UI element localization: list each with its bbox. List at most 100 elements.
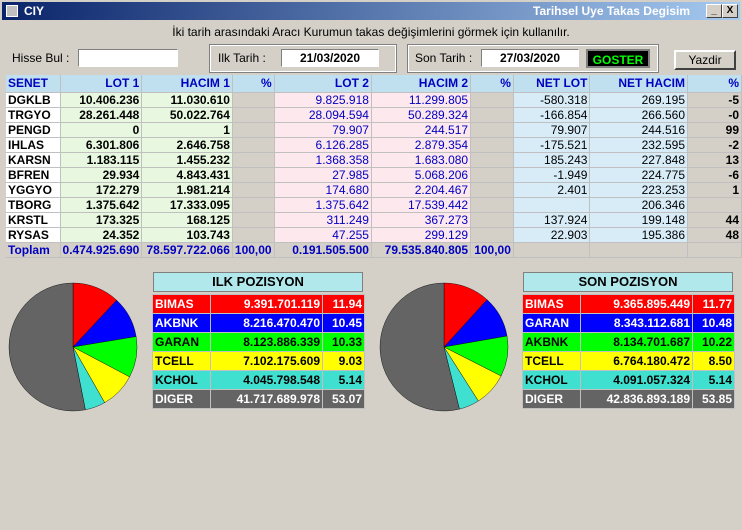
table-row[interactable]: TBORG 1.375.642 17.333.095 1.375.642 17.539.… bbox=[6, 197, 742, 213]
value-cell: 199.148 bbox=[589, 212, 688, 228]
value-cell: 11.030.610 bbox=[141, 92, 233, 108]
value-cell: -6 bbox=[687, 167, 742, 183]
col-hacim1[interactable]: HACIM 1 bbox=[141, 75, 233, 93]
table-row[interactable]: YGGYO 172.279 1.981.214 174.680 2.204.467 2.4… bbox=[6, 182, 742, 198]
value-cell bbox=[470, 182, 514, 198]
table-row[interactable]: KARSN 1.183.115 1.455.232 1.368.358 1.683.08… bbox=[6, 152, 742, 168]
col-net-hacim[interactable]: NET HACIM bbox=[589, 75, 688, 93]
ilk-tarih-label: Ilk Tarih : bbox=[218, 51, 266, 65]
col-hacim2[interactable]: HACIM 2 bbox=[371, 75, 472, 93]
goster-button[interactable]: GOSTER bbox=[586, 49, 650, 68]
table-row[interactable]: BFREN 29.934 4.843.431 27.985 5.068.206 -1.94… bbox=[6, 167, 742, 183]
close-button[interactable]: X bbox=[722, 4, 738, 18]
value-cell: 173.325 bbox=[60, 212, 143, 228]
position-pct: 53.85 bbox=[692, 389, 735, 409]
col-lot2[interactable]: LOT 2 bbox=[274, 75, 372, 93]
minimize-button[interactable]: _ bbox=[706, 4, 722, 18]
col-pct3[interactable]: % bbox=[687, 75, 742, 93]
value-cell: 1.981.214 bbox=[141, 182, 233, 198]
position-row: DIGER 41.717.689.978 53.07 bbox=[152, 389, 365, 409]
total-cell: 0.191.505.500 bbox=[274, 242, 372, 258]
total-cell bbox=[687, 242, 742, 258]
value-cell: 206.346 bbox=[589, 197, 688, 213]
table-row[interactable]: DGKLB 10.406.236 11.030.610 9.825.918 11.299… bbox=[6, 92, 742, 108]
value-cell: 232.595 bbox=[589, 137, 688, 153]
table-row[interactable]: IHLAS 6.301.806 2.646.758 6.126.285 2.879.35… bbox=[6, 137, 742, 153]
position-pct: 10.45 bbox=[322, 313, 365, 333]
value-cell: 22.903 bbox=[513, 227, 591, 243]
symbol-cell: IHLAS bbox=[6, 137, 61, 153]
total-cell: 0.474.925.690 bbox=[60, 242, 143, 258]
app-window: CIY Tarihsel Uye Takas Degisim _ X İki t… bbox=[0, 0, 742, 530]
son-pozisyon-table: BIMAS 9.365.895.449 11.77 GARAN 8.343.112.68… bbox=[522, 294, 735, 409]
position-pct: 10.33 bbox=[322, 332, 365, 352]
window-title: CIY bbox=[24, 4, 45, 18]
value-cell: 244.517 bbox=[371, 122, 472, 138]
value-cell: 174.680 bbox=[274, 182, 372, 198]
position-value: 4.091.057.324 bbox=[580, 370, 693, 390]
position-name: KCHOL bbox=[522, 370, 581, 390]
symbol-cell: YGGYO bbox=[6, 182, 61, 198]
position-pct: 53.07 bbox=[322, 389, 365, 409]
col-pct2[interactable]: % bbox=[470, 75, 514, 93]
total-cell bbox=[513, 242, 591, 258]
value-cell: 2.401 bbox=[513, 182, 591, 198]
value-cell: 103.743 bbox=[141, 227, 233, 243]
value-cell: 1.375.642 bbox=[60, 197, 143, 213]
total-cell: 78.597.722.066 bbox=[141, 242, 233, 258]
table-row[interactable]: TRGYO 28.261.448 50.022.764 28.094.594 50.28… bbox=[6, 107, 742, 123]
position-row: GARAN 8.343.112.681 10.48 bbox=[522, 313, 735, 333]
value-cell bbox=[470, 212, 514, 228]
position-name: BIMAS bbox=[152, 294, 211, 314]
value-cell: -5 bbox=[687, 92, 742, 108]
value-cell: 99 bbox=[687, 122, 742, 138]
col-lot1[interactable]: LOT 1 bbox=[60, 75, 143, 93]
value-cell: -175.521 bbox=[513, 137, 591, 153]
table-row[interactable]: RYSAS 24.352 103.743 47.255 299.129 22.903 195… bbox=[6, 227, 742, 243]
col-net-lot[interactable]: NET LOT bbox=[513, 75, 591, 93]
position-row: GARAN 8.123.886.339 10.33 bbox=[152, 332, 365, 352]
position-value: 8.343.112.681 bbox=[580, 313, 693, 333]
col-pct1[interactable]: % bbox=[232, 75, 275, 93]
value-cell: 1.683.080 bbox=[371, 152, 472, 168]
value-cell bbox=[687, 197, 742, 213]
position-pct: 10.48 bbox=[692, 313, 735, 333]
col-senet[interactable]: SENET bbox=[6, 75, 61, 93]
hisse-search-input[interactable] bbox=[78, 49, 178, 67]
position-value: 41.717.689.978 bbox=[210, 389, 323, 409]
table-row[interactable]: KRSTL 173.325 168.125 311.249 367.273 137.924… bbox=[6, 212, 742, 228]
value-cell bbox=[470, 197, 514, 213]
value-cell: 2.879.354 bbox=[371, 137, 472, 153]
value-cell bbox=[232, 92, 275, 108]
value-cell: 185.243 bbox=[513, 152, 591, 168]
position-name: DIGER bbox=[522, 389, 581, 409]
position-pct: 5.14 bbox=[692, 370, 735, 390]
value-cell: 227.848 bbox=[589, 152, 688, 168]
yazdir-button[interactable]: Yazdir bbox=[674, 50, 736, 70]
position-name: TCELL bbox=[152, 351, 211, 371]
value-cell: 195.386 bbox=[589, 227, 688, 243]
position-row: TCELL 7.102.175.609 9.03 bbox=[152, 351, 365, 371]
table-row[interactable]: PENGD 0 1 79.907 244.517 79.907 244.516 99 bbox=[6, 122, 742, 138]
value-cell: -580.318 bbox=[513, 92, 591, 108]
value-cell: 269.195 bbox=[589, 92, 688, 108]
value-cell: 79.907 bbox=[274, 122, 372, 138]
total-cell: 79.535.840.805 bbox=[371, 242, 472, 258]
value-cell: 17.333.095 bbox=[141, 197, 233, 213]
value-cell: 1.375.642 bbox=[274, 197, 372, 213]
value-cell bbox=[470, 167, 514, 183]
table-header-row: SENET LOT 1 HACIM 1 % LOT 2 HACIM 2 % NE… bbox=[6, 75, 742, 93]
son-tarih-field[interactable]: 27/03/2020 bbox=[481, 49, 579, 67]
value-cell bbox=[232, 137, 275, 153]
position-pct: 9.03 bbox=[322, 351, 365, 371]
position-name: DIGER bbox=[152, 389, 211, 409]
position-value: 4.045.798.548 bbox=[210, 370, 323, 390]
value-cell: 47.255 bbox=[274, 227, 372, 243]
value-cell: 4.843.431 bbox=[141, 167, 233, 183]
position-name: GARAN bbox=[152, 332, 211, 352]
symbol-cell: TBORG bbox=[6, 197, 61, 213]
value-cell: 13 bbox=[687, 152, 742, 168]
total-cell: 100,00 bbox=[232, 242, 275, 258]
title-bar: CIY Tarihsel Uye Takas Degisim _ X bbox=[2, 2, 740, 20]
ilk-tarih-field[interactable]: 21/03/2020 bbox=[281, 49, 379, 67]
